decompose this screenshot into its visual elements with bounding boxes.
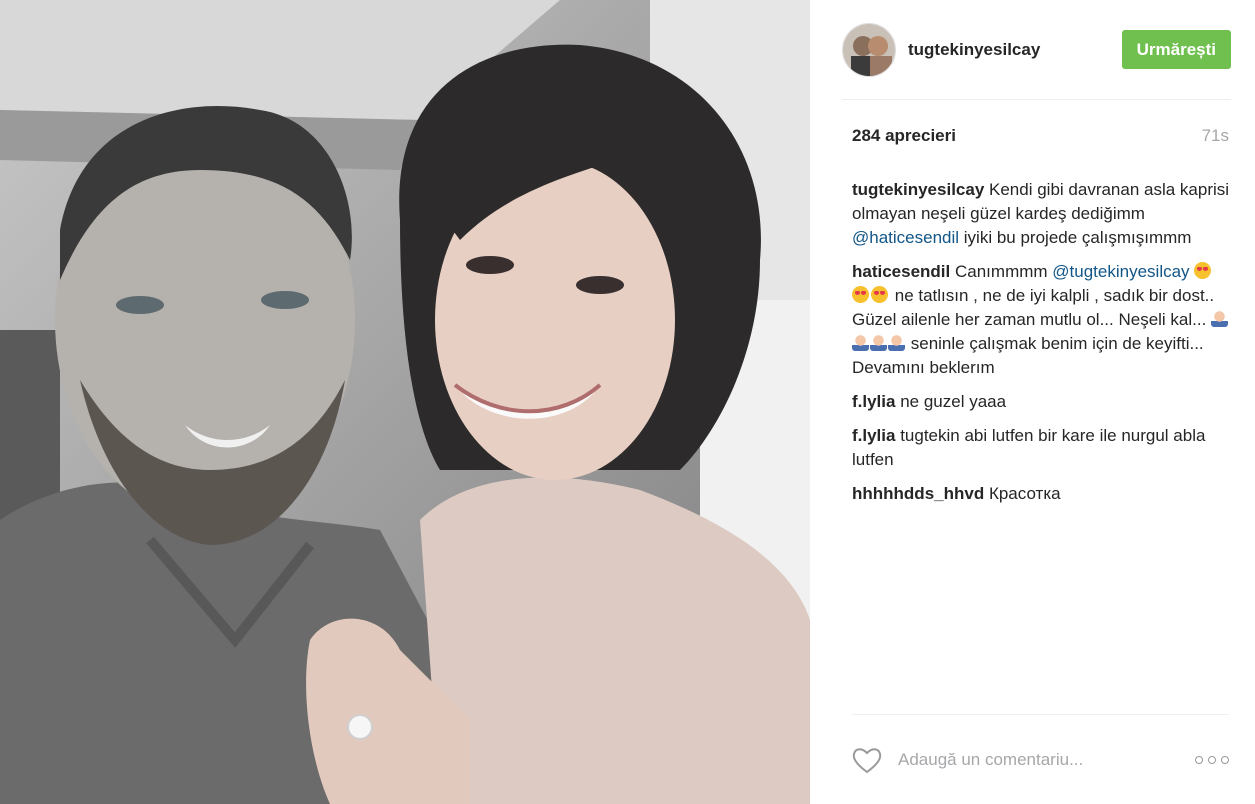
avatar-image (843, 23, 895, 76)
comment-footer (852, 714, 1229, 804)
comment-username[interactable]: hhhhhdds_hhvd (852, 484, 984, 503)
raised-hands-emoji (1211, 310, 1229, 327)
dot (1221, 755, 1229, 764)
comment-username[interactable]: haticesendil (852, 262, 950, 281)
selfie-photo-illustration (0, 0, 810, 804)
likes-row: 284 aprecieri 71s (852, 126, 1229, 146)
list-item: f.lylia tugtekin abi lutfen bir kare ile… (852, 424, 1231, 472)
comment-mention[interactable]: @tugtekinyesilcay (1052, 262, 1189, 281)
likes-count[interactable]: 284 aprecieri (852, 126, 956, 146)
post-sidebar: tugtekinyesilcay Urmărești 284 aprecieri… (810, 0, 1255, 804)
comment-list: tugtekinyesilcay Kendi gibi davranan asl… (852, 178, 1231, 516)
comment-text: ne guzel yaaa (900, 392, 1007, 411)
caption-comment: tugtekinyesilcay Kendi gibi davranan asl… (852, 178, 1231, 250)
comment-username[interactable]: tugtekinyesilcay (852, 180, 984, 199)
list-item: haticesendil Canımmmm @tugtekinyesilcay … (852, 260, 1231, 380)
dot (1195, 755, 1203, 764)
comment-text: tugtekin abi lutfen bir kare ile nurgul … (852, 426, 1206, 469)
dot (1208, 755, 1216, 764)
list-item: f.lylia ne guzel yaaa (852, 390, 1231, 414)
comment-username[interactable]: f.lylia (852, 392, 895, 411)
more-options-icon[interactable] (1195, 755, 1229, 765)
heart-icon[interactable] (852, 746, 882, 774)
list-item: hhhhhdds_hhvd Красотка (852, 482, 1231, 506)
comment-text: Canımmmm (955, 262, 1048, 281)
avatar[interactable] (842, 22, 896, 77)
following-button[interactable]: Urmărești (1121, 30, 1231, 69)
comment-text: Красотка (988, 484, 1061, 503)
raised-hands-emoji (870, 334, 887, 351)
heart-eyes-emoji (852, 286, 869, 303)
comment-text: ne tatlısın , ne de iyi kalpli , sadık b… (852, 286, 1215, 329)
post-photo[interactable] (0, 0, 810, 804)
instagram-post: tugtekinyesilcay Urmărești 284 aprecieri… (0, 0, 1255, 804)
post-author-username[interactable]: tugtekinyesilcay (908, 40, 1122, 60)
comment-mention[interactable]: @haticesendil (852, 228, 959, 247)
raised-hands-emoji (852, 334, 869, 351)
heart-eyes-emoji (1194, 262, 1212, 279)
raised-hands-emoji (888, 334, 905, 351)
post-header: tugtekinyesilcay Urmărești (842, 0, 1231, 100)
post-timestamp[interactable]: 71s (1202, 126, 1229, 146)
add-comment-input[interactable] (898, 749, 1195, 770)
comment-text: iyiki bu projede çalışmışımmm (963, 228, 1192, 247)
comment-username[interactable]: f.lylia (852, 426, 895, 445)
heart-eyes-emoji (871, 286, 888, 303)
